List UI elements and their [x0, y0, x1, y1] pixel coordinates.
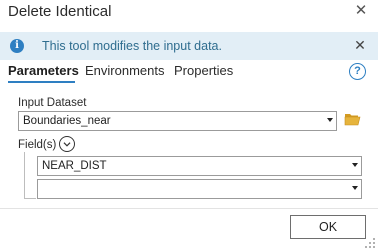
field-combobox-2[interactable]: [37, 179, 362, 199]
fields-group-bracket: [24, 152, 36, 199]
banner-close-icon[interactable]: ✕: [352, 37, 368, 53]
field-value-1: NEAR_DIST: [42, 160, 107, 172]
dropdown-arrow-icon: [352, 163, 358, 167]
fields-label: Field(s): [18, 139, 57, 151]
dropdown-arrow-icon: [352, 186, 358, 190]
window-close-icon[interactable]: ✕: [352, 2, 370, 20]
field-combobox-1[interactable]: NEAR_DIST: [37, 156, 362, 176]
info-icon: i: [10, 39, 24, 53]
window-title: Delete Identical: [8, 3, 112, 20]
tab-properties[interactable]: Properties: [174, 63, 233, 79]
footer-divider: [0, 208, 378, 209]
banner-message: This tool modifies the input data.: [42, 39, 222, 53]
tab-environments[interactable]: Environments: [85, 63, 164, 79]
active-tab-indicator: [8, 81, 75, 83]
input-dataset-value: Boundaries_near: [23, 115, 111, 127]
ok-button[interactable]: OK: [290, 215, 366, 239]
folder-icon[interactable]: [344, 111, 361, 127]
chevron-down-circle-icon[interactable]: [59, 136, 75, 152]
resize-grip-icon[interactable]: [364, 237, 376, 249]
input-dataset-combobox[interactable]: Boundaries_near: [18, 111, 337, 131]
input-dataset-label: Input Dataset: [18, 97, 87, 109]
help-icon[interactable]: ?: [349, 63, 366, 80]
dropdown-arrow-icon: [327, 118, 333, 122]
tab-parameters[interactable]: Parameters: [8, 63, 79, 79]
